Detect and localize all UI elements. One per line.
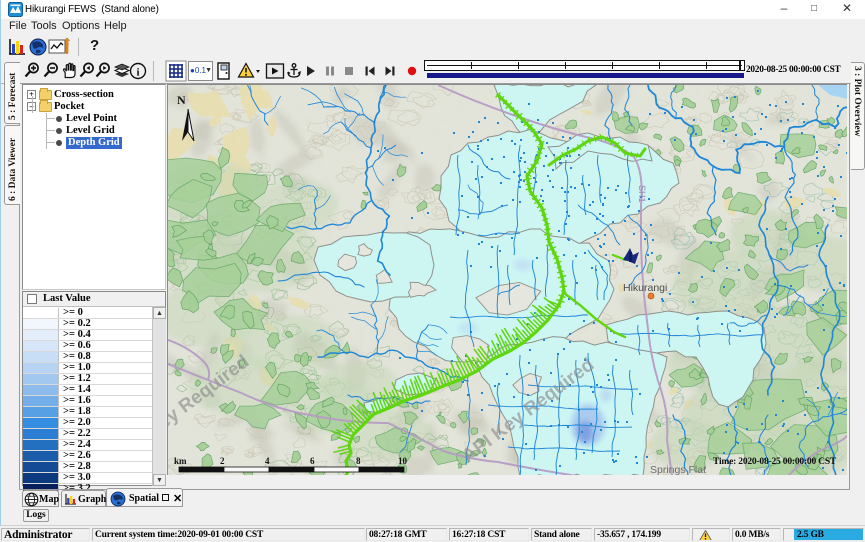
svg-text:10: 10: [398, 456, 408, 466]
svg-text:Hikurangi: Hikurangi: [623, 282, 667, 294]
svg-text:Springs Flat: Springs Flat: [650, 464, 706, 475]
svg-text:6: 6: [310, 456, 315, 466]
svg-text:8: 8: [356, 456, 361, 466]
svg-text:2: 2: [220, 456, 225, 466]
svg-text:Time: 2020-08-25 00:00:00 CST: Time: 2020-08-25 00:00:00 CST: [713, 457, 837, 467]
svg-text:i: i: [136, 67, 139, 79]
svg-text:N: N: [177, 93, 186, 107]
svg-text:4: 4: [265, 456, 270, 466]
svg-text:SH1: SH1: [637, 185, 647, 203]
svg-text:km: km: [174, 456, 187, 466]
